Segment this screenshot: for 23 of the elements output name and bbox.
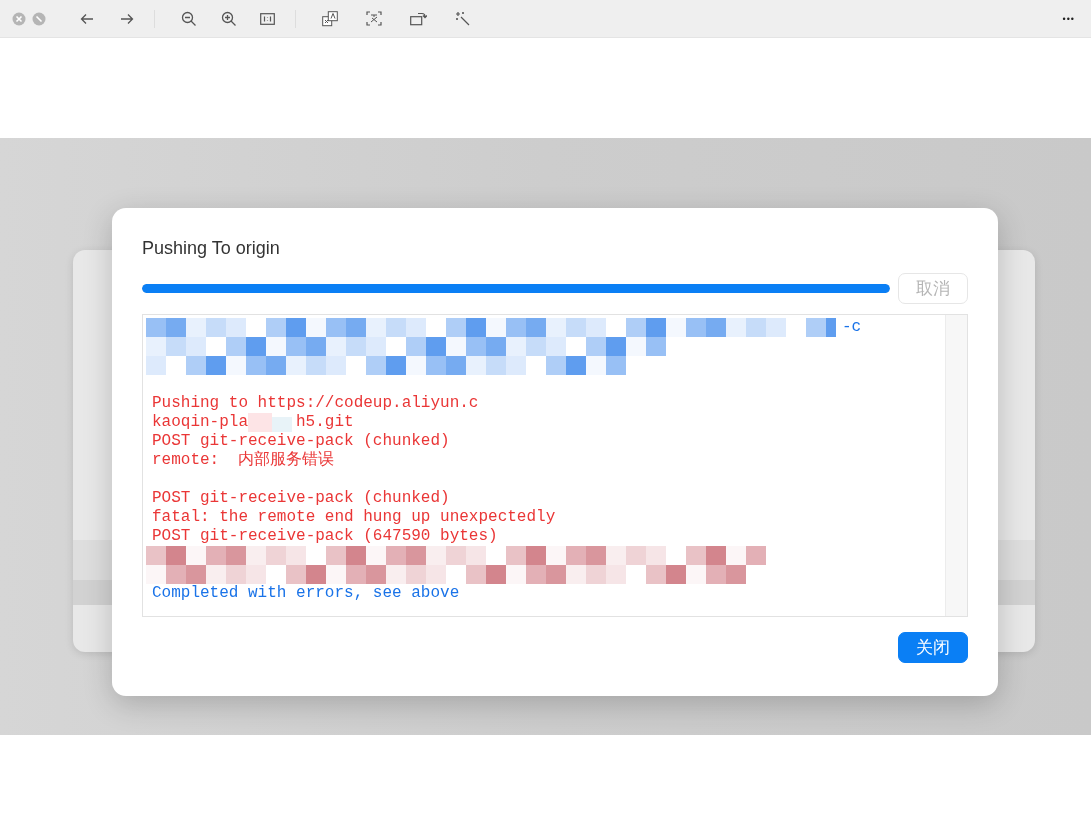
zoom-in-icon[interactable] [221, 10, 237, 27]
log-line: POST git-receive-pack (647590 bytes) [151, 527, 498, 546]
scan-icon[interactable] [366, 11, 382, 26]
close-button[interactable]: 关闭 [898, 632, 968, 663]
translate-icon[interactable] [322, 10, 338, 27]
log-line: POST git-receive-pack (chunked) [151, 432, 450, 451]
log-line: Completed with errors, see above [151, 584, 460, 603]
log-line: POST git-receive-pack (chunked) [151, 489, 450, 508]
back-arrow-icon[interactable] [80, 12, 94, 25]
dialog-title: Pushing To origin [142, 238, 281, 259]
log-line: -c [841, 318, 862, 337]
log-line: fatal: the remote end hung up unexpectedly [151, 508, 556, 527]
log-line: Pushing to https://codeup.aliyun.c [151, 394, 479, 413]
log-line: h5.git [296, 413, 354, 432]
scrollbar-track[interactable] [945, 315, 967, 616]
log-line: remote: 内部服务错误 [151, 451, 335, 470]
actual-size-icon[interactable] [260, 12, 275, 25]
rotate-icon[interactable] [410, 11, 427, 26]
log-line: kaoqin-pla [151, 413, 248, 432]
more-menu[interactable]: ••• [1062, 13, 1075, 24]
zoom-out-icon[interactable] [181, 10, 197, 27]
magic-wand-icon[interactable] [455, 11, 470, 26]
forward-arrow-icon[interactable] [120, 12, 134, 25]
